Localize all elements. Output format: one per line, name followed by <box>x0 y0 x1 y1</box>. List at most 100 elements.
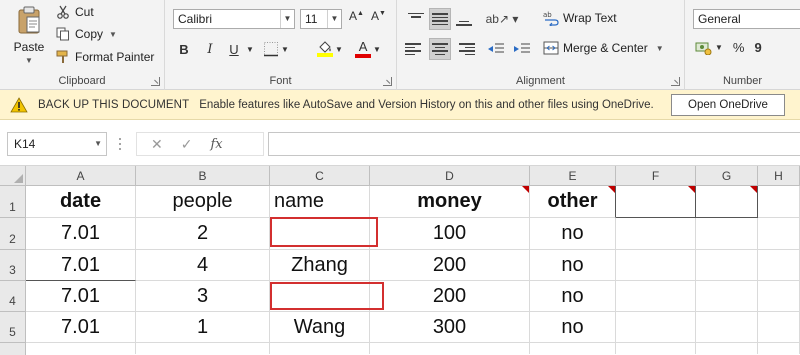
middle-align-icon[interactable] <box>429 8 451 30</box>
cell-a3[interactable]: 7.01 <box>26 250 136 281</box>
row-header-2[interactable]: 2 <box>0 218 26 250</box>
cell-a1[interactable]: date <box>26 186 136 218</box>
cell-e6[interactable] <box>530 343 616 354</box>
align-right-icon[interactable] <box>453 38 475 60</box>
cell-g3[interactable] <box>696 250 758 281</box>
cell-h2[interactable] <box>758 218 800 250</box>
column-header-d[interactable]: D <box>370 166 530 186</box>
chevron-down-icon[interactable]: ▼ <box>109 30 117 39</box>
cell-d6[interactable] <box>370 343 530 354</box>
wrap-text-button[interactable]: ab Wrap Text <box>543 10 617 26</box>
chevron-down-icon[interactable]: ▼ <box>335 45 343 54</box>
cell-b1[interactable]: people <box>136 186 270 218</box>
cell-f5[interactable] <box>616 312 696 343</box>
cell-d4[interactable]: 200 <box>370 281 530 312</box>
italic-button[interactable]: I <box>201 38 219 60</box>
chevron-down-icon[interactable]: ▼ <box>280 10 294 28</box>
column-header-a[interactable]: A <box>26 166 136 186</box>
chevron-down-icon[interactable]: ▼ <box>94 133 102 155</box>
chevron-down-icon[interactable]: ▼ <box>373 45 381 54</box>
column-header-c[interactable]: C <box>270 166 370 186</box>
cell-d5[interactable]: 300 <box>370 312 530 343</box>
cell-h1[interactable] <box>758 186 800 218</box>
orientation-button[interactable]: ab↗ ▾ <box>485 8 519 30</box>
cell-a6[interactable] <box>26 343 136 354</box>
cell-b2[interactable]: 2 <box>136 218 270 250</box>
bottom-align-icon[interactable] <box>453 8 475 30</box>
cell-b4[interactable]: 3 <box>136 281 270 312</box>
merge-center-button[interactable]: Merge & Center ▼ <box>543 40 664 56</box>
cell-e4[interactable]: no <box>530 281 616 312</box>
cell-g1[interactable] <box>696 186 758 218</box>
cell-b3[interactable]: 4 <box>136 250 270 281</box>
increase-font-size-icon[interactable]: A▲ <box>349 9 364 23</box>
cell-e2[interactable]: no <box>530 218 616 250</box>
bold-button[interactable]: B <box>175 38 193 60</box>
cell-f1[interactable] <box>616 186 696 218</box>
row-header-3[interactable]: 3 <box>0 250 26 281</box>
row-header-1[interactable]: 1 <box>0 186 26 218</box>
column-header-b[interactable]: B <box>136 166 270 186</box>
enter-icon[interactable]: ✓ <box>181 136 193 153</box>
dialog-launcher-icon[interactable] <box>671 77 680 86</box>
cell-g6[interactable] <box>696 343 758 354</box>
font-size-combo[interactable]: 11 ▼ <box>300 9 342 29</box>
align-center-icon[interactable] <box>429 38 451 60</box>
formula-input[interactable] <box>268 132 800 156</box>
cell-h5[interactable] <box>758 312 800 343</box>
column-header-f[interactable]: F <box>616 166 696 186</box>
cell-g5[interactable] <box>696 312 758 343</box>
percent-style-button[interactable]: % <box>733 40 745 55</box>
insert-function-button[interactable]: fx <box>210 137 222 152</box>
cell-f3[interactable] <box>616 250 696 281</box>
number-format-combo[interactable]: General <box>693 9 800 29</box>
accounting-format-icon[interactable]: ▼ <box>695 41 723 55</box>
cell-a2[interactable]: 7.01 <box>26 218 136 250</box>
resize-handle-icon[interactable] <box>118 137 122 151</box>
cell-e3[interactable]: no <box>530 250 616 281</box>
chevron-down-icon[interactable]: ▼ <box>25 56 33 65</box>
column-header-g[interactable]: G <box>696 166 758 186</box>
copy-button[interactable]: Copy ▼ <box>55 24 117 44</box>
cell-g2[interactable] <box>696 218 758 250</box>
cell-h3[interactable] <box>758 250 800 281</box>
cell-c5[interactable]: Wang <box>270 312 370 343</box>
cell-a5[interactable]: 7.01 <box>26 312 136 343</box>
cell-c3[interactable]: Zhang <box>270 250 370 281</box>
row-header-4[interactable]: 4 <box>0 281 26 312</box>
cell-f6[interactable] <box>616 343 696 354</box>
row-header-6[interactable] <box>0 343 26 355</box>
fill-color-button[interactable]: ▼ <box>315 38 345 60</box>
dialog-launcher-icon[interactable] <box>383 77 392 86</box>
cell-a4[interactable]: 7.01 <box>26 281 136 312</box>
name-box[interactable]: K14 ▼ <box>7 132 107 156</box>
cell-d1[interactable]: money <box>370 186 530 218</box>
cell-d3[interactable]: 200 <box>370 250 530 281</box>
comma-style-button[interactable]: 9 <box>754 40 761 55</box>
decrease-indent-icon[interactable] <box>485 38 507 60</box>
increase-indent-icon[interactable] <box>511 38 533 60</box>
cell-f2[interactable] <box>616 218 696 250</box>
cut-button[interactable]: Cut <box>55 2 94 22</box>
cell-h6[interactable] <box>758 343 800 354</box>
chevron-down-icon[interactable]: ▼ <box>281 45 289 54</box>
format-painter-button[interactable]: Format Painter <box>55 47 154 67</box>
cell-h4[interactable] <box>758 281 800 312</box>
cell-f4[interactable] <box>616 281 696 312</box>
paste-button[interactable]: Paste ▼ <box>8 4 50 66</box>
chevron-down-icon[interactable]: ▼ <box>656 44 664 53</box>
borders-button[interactable]: ▼ <box>261 38 291 60</box>
cell-c1[interactable]: name <box>270 186 370 218</box>
select-all-button[interactable] <box>0 166 26 186</box>
cell-e5[interactable]: no <box>530 312 616 343</box>
chevron-down-icon[interactable]: ▼ <box>327 10 341 28</box>
column-header-e[interactable]: E <box>530 166 616 186</box>
font-name-combo[interactable]: Calibri ▼ <box>173 9 295 29</box>
cancel-icon[interactable]: ✕ <box>151 136 163 153</box>
cell-b5[interactable]: 1 <box>136 312 270 343</box>
cell-g4[interactable] <box>696 281 758 312</box>
font-color-button[interactable]: A ▼ <box>353 38 383 60</box>
cell-b6[interactable] <box>136 343 270 354</box>
cell-d2[interactable]: 100 <box>370 218 530 250</box>
top-align-icon[interactable] <box>405 8 427 30</box>
